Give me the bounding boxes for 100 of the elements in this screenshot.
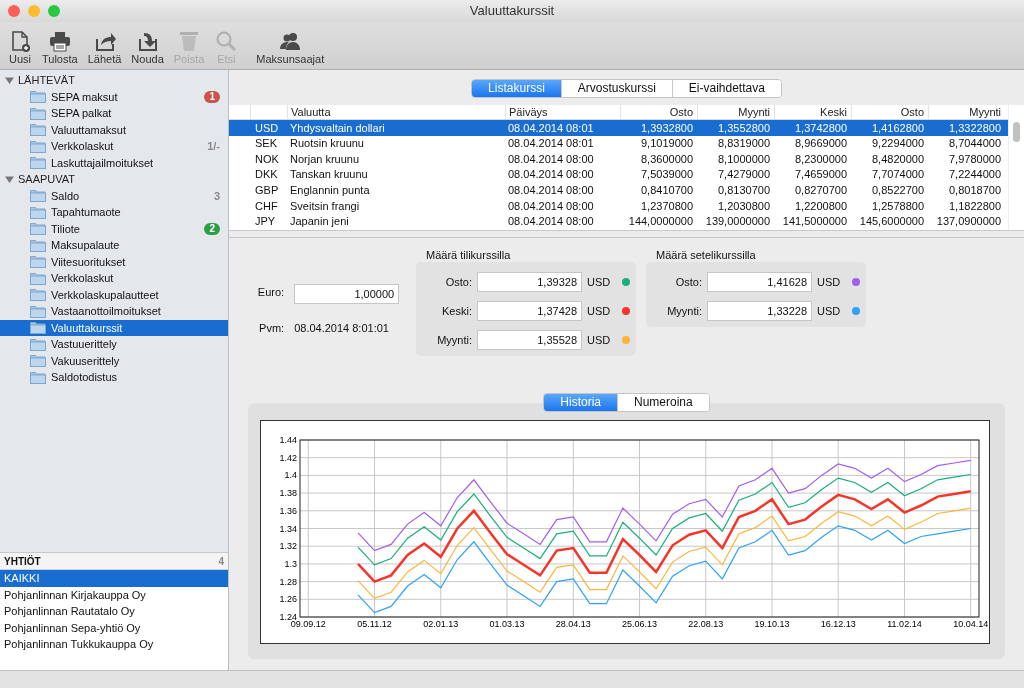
table-cell-text: 08.04.2014 08:00 — [507, 182, 595, 198]
table-cell-text: 1,2370800 — [640, 198, 694, 214]
amount-field[interactable]: 1,33228 — [707, 301, 812, 321]
currency-label: USD — [587, 274, 612, 290]
table-cell-text: Tanskan kruunu — [289, 167, 369, 183]
column-header[interactable]: Päiväys — [505, 105, 620, 119]
toolbar-button[interactable]: Maksunsaajat — [254, 29, 327, 66]
sidebar-item[interactable]: Vastuuerittely — [0, 336, 228, 353]
company-item[interactable]: KAIKKI — [0, 570, 228, 587]
table-cell-text: 139,0000000 — [704, 214, 771, 230]
item-label: Vastuuerittely — [51, 337, 118, 352]
table-cell-text: 141,5000000 — [781, 214, 848, 230]
axis-tick-label: 1.38 — [279, 488, 297, 499]
table-row[interactable]: USD Yhdysvaltain dollari 08.04.2014 08:01 1,3932800 1,3552800 1,3742800 1,4162800 1,3322800 — [229, 120, 1008, 136]
column-header[interactable]: Osto — [620, 105, 697, 119]
folder-icon — [30, 304, 46, 318]
table-cell-text: 08.04.2014 08:01 — [507, 136, 595, 152]
section-header[interactable]: LÄHTEVÄT — [0, 72, 228, 89]
sidebar-item[interactable]: Tapahtumaote — [0, 204, 228, 221]
folder-icon — [30, 90, 46, 104]
item-label: Viitesuoritukset — [51, 254, 127, 270]
sidebar-item[interactable]: Valuuttamaksut — [0, 121, 228, 138]
item-label: Verkkolaskut — [51, 271, 115, 286]
amount-field[interactable]: 1,39328 — [477, 272, 582, 292]
column-header[interactable]: Osto — [851, 105, 928, 119]
amount-field[interactable]: 1,37428 — [477, 301, 582, 321]
table-cell-text: 1,1822800 — [948, 198, 1002, 214]
scroll-thumb[interactable] — [1013, 122, 1020, 142]
table-row[interactable]: NOK Norjan kruunu 08.04.2014 08:00 8,3600000 8,1000000 8,2300000 8,4820000 7,9780000 — [229, 151, 1008, 167]
zoom-button[interactable] — [48, 5, 60, 17]
tab[interactable]: Numeroina — [617, 394, 709, 411]
toolbar-button[interactable]: Uusi — [6, 29, 34, 66]
minimize-button[interactable] — [28, 5, 40, 17]
sidebar-item[interactable]: Saldo 3 — [0, 187, 228, 204]
folder-icon — [30, 123, 46, 137]
axis-tick-label: 1.32 — [279, 541, 297, 552]
amount-field[interactable]: 1,35528 — [477, 330, 582, 350]
table-row[interactable]: SEK Ruotsin kruunu 08.04.2014 08:01 9,1019000 8,8319000 8,9669000 9,2294000 8,7044000 — [229, 135, 1008, 152]
table-cell-text: 8,7044000 — [948, 136, 1002, 152]
search-icon — [214, 29, 239, 53]
sidebar-item[interactable]: Vakuuserittely — [0, 352, 228, 369]
list-title: YHTIÖT — [4, 554, 41, 569]
table-row[interactable]: JPY Japanin jeni 08.04.2014 08:00 144,0000000 139,0000000 141,5000000 145,6000000 137,0900000 — [229, 213, 1008, 230]
axis-tick-label: 1.36 — [279, 505, 297, 516]
company-item[interactable]: Pohjanlinnan Rautatalo Oy — [0, 603, 228, 620]
table-cell-text: 8,8319000 — [717, 136, 771, 152]
sidebar-item[interactable]: SEPA palkat — [0, 105, 228, 122]
item-label: Valuuttamaksut — [51, 122, 127, 138]
sidebar-item[interactable]: Maksupalaute — [0, 237, 228, 254]
item-label: Valuuttakurssit — [51, 320, 124, 336]
sidebar-item[interactable]: Verkkolaskupalautteet — [0, 286, 228, 303]
table-cell-text: Ruotsin kruunu — [289, 136, 365, 152]
table-cell-text: 8,9669000 — [794, 136, 848, 152]
sidebar-item[interactable]: Vastaanottoilmoitukset — [0, 303, 228, 320]
axis-tick-label: 19.10.13 — [754, 619, 790, 629]
folder-icon — [30, 106, 46, 120]
field-label: Keski: — [441, 303, 472, 319]
column-header[interactable]: Keski — [774, 105, 851, 119]
toolbar-button[interactable]: Lähetä — [85, 29, 124, 66]
section-header[interactable]: SAAPUVAT — [0, 171, 228, 188]
currency-label: USD — [587, 332, 612, 348]
table-cell-text: 0,8522700 — [871, 182, 925, 198]
column-header[interactable]: Myynti — [928, 105, 1005, 119]
company-item[interactable]: Pohjanlinnan Kirjakauppa Oy — [0, 586, 228, 603]
field-label: Osto: — [444, 274, 472, 290]
company-item[interactable]: Pohjanlinnan Sepa-yhtiö Oy — [0, 619, 228, 636]
sidebar-item[interactable]: Laskuttajailmoitukset — [0, 154, 228, 171]
table-cell-text: 1,4162800 — [871, 120, 925, 136]
section-label: LÄHTEVÄT — [18, 73, 75, 88]
table-cell-text: 145,6000000 — [858, 214, 925, 230]
table-cell-text: Japanin jeni — [289, 214, 350, 230]
toolbar-button[interactable]: Tulosta — [40, 29, 80, 66]
sidebar-item[interactable]: Tiliote 2 — [0, 220, 228, 237]
close-button[interactable] — [8, 5, 20, 17]
folder-icon — [30, 222, 46, 236]
tab[interactable]: Ei-vaihdettava — [671, 80, 781, 97]
toolbar-button[interactable]: Nouda — [129, 29, 166, 66]
axis-tick-label: 01.03.13 — [489, 619, 525, 629]
sidebar-item[interactable]: Valuuttakurssit — [0, 319, 228, 336]
sidebar-item[interactable]: Saldotodistus — [0, 369, 228, 386]
sidebar-item[interactable]: SEPA maksut 1 — [0, 88, 228, 105]
sidebar-item[interactable]: Verkkolaskut 1/- — [0, 138, 228, 155]
table-row[interactable]: DKK Tanskan kruunu 08.04.2014 08:00 7,5039000 7,4279000 7,4659000 7,7074000 7,2244000 — [229, 166, 1008, 183]
amount-field[interactable]: 1,00000 — [294, 284, 400, 304]
column-header[interactable]: Valuutta — [287, 105, 505, 119]
amount-field[interactable]: 1,41628 — [707, 272, 812, 292]
table-row[interactable]: CHF Sveitsin frangi 08.04.2014 08:00 1,2370800 1,2030800 1,2200800 1,2578800 1,1822800 — [229, 197, 1008, 214]
sidebar-item[interactable]: Verkkolaskut — [0, 270, 228, 287]
column-header[interactable]: Myynti — [697, 105, 774, 119]
table-row[interactable]: GBP Englannin punta 08.04.2014 08:00 0,8410700 0,8130700 0,8270700 0,8522700 0,8018700 — [229, 182, 1008, 198]
folder-icon — [30, 255, 46, 269]
sidebar-item[interactable]: Viitesuoritukset — [0, 253, 228, 270]
item-label: Saldotodistus — [51, 370, 119, 385]
table-cell-text: JPY — [254, 214, 277, 230]
folder-icon — [30, 156, 46, 170]
field-label: Myynti: — [666, 303, 702, 319]
company-item[interactable]: Pohjanlinnan Tukkukauppa Oy — [0, 636, 228, 653]
table-cell-text: 9,2294000 — [871, 136, 925, 152]
table-cell-text: 8,2300000 — [794, 151, 848, 167]
field-label: Osto: — [674, 274, 702, 290]
